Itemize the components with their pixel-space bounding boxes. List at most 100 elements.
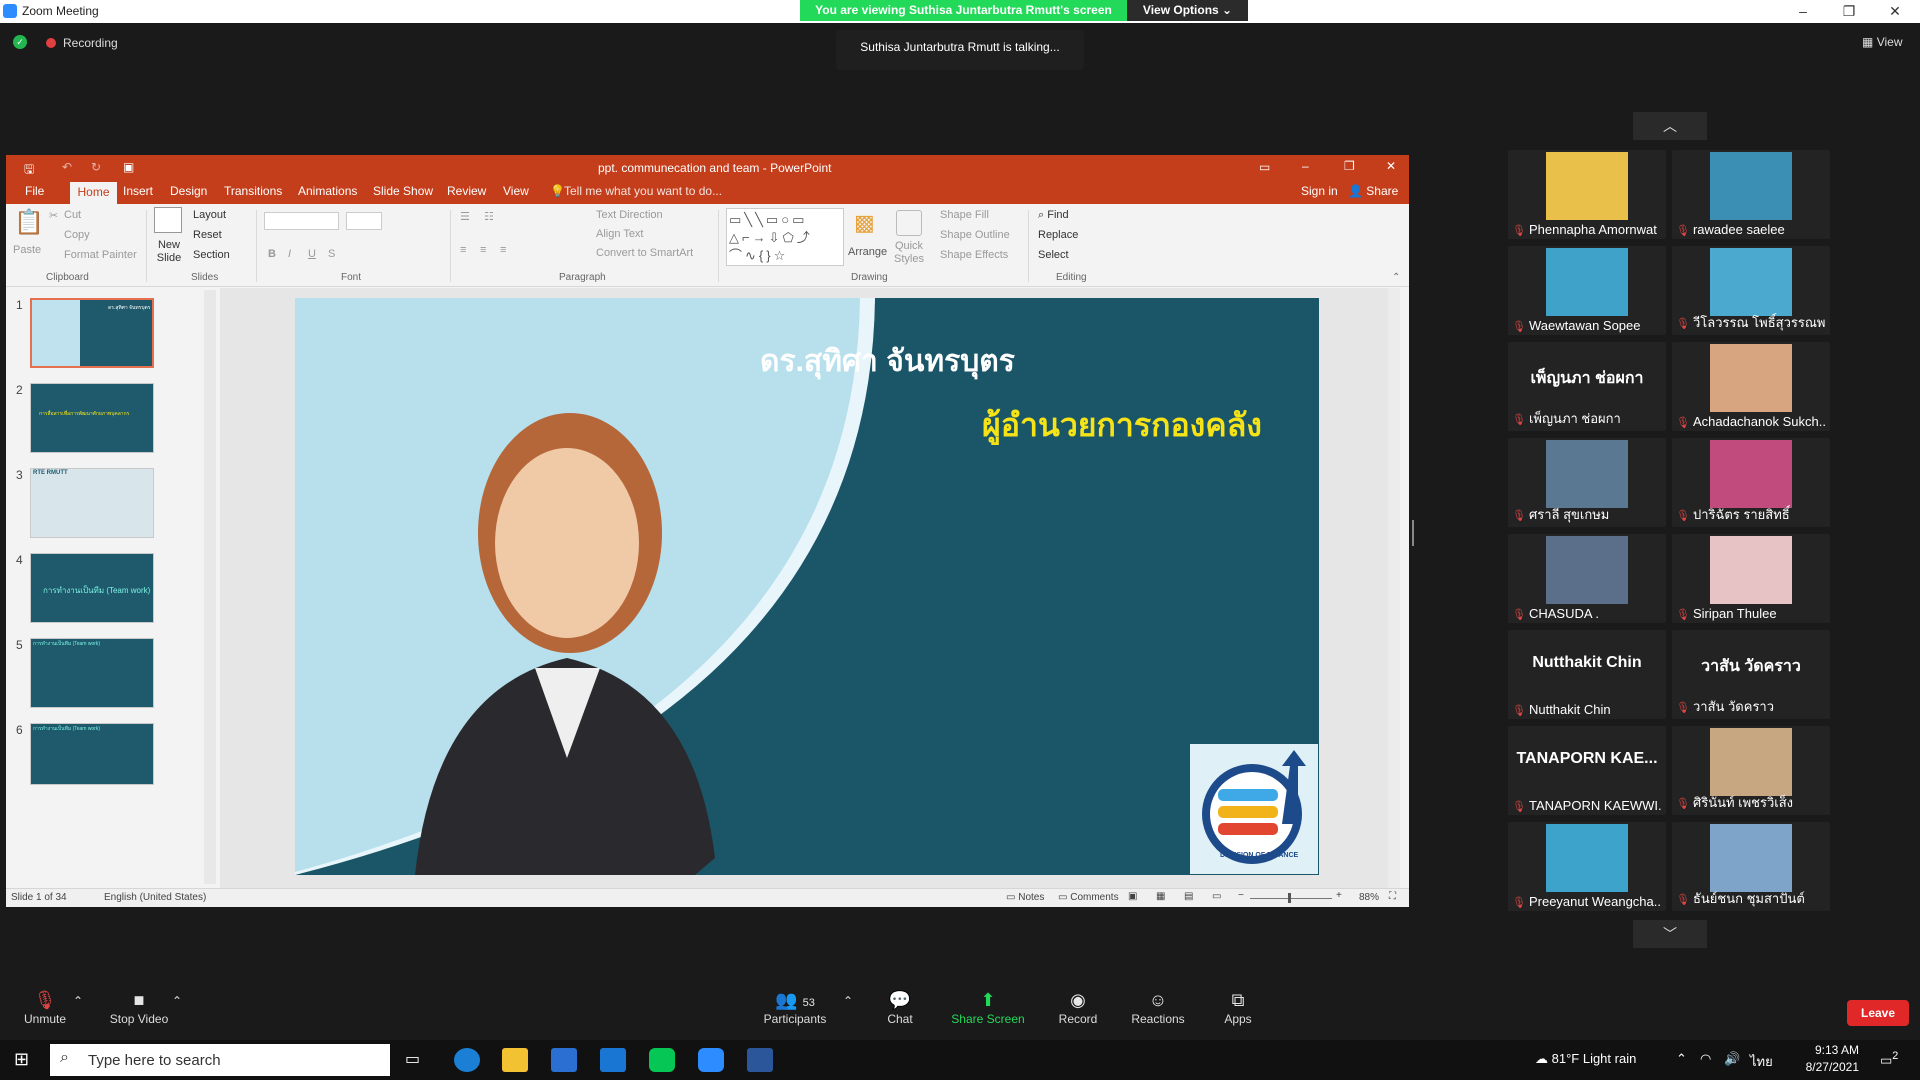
volume-icon[interactable]: 🔊 xyxy=(1724,1051,1740,1067)
align-center-icon[interactable]: ≡ xyxy=(480,244,486,256)
video-options-icon[interactable]: ⌃ xyxy=(172,994,182,1008)
tray-overflow-icon[interactable]: ⌃ xyxy=(1676,1051,1687,1067)
language-indicator[interactable]: English (United States) xyxy=(104,892,206,903)
sign-in-link[interactable]: Sign in xyxy=(1301,184,1338,198)
share-screen-button[interactable]: ⬆ Share Screen xyxy=(950,990,1026,1026)
tab-transitions[interactable]: Transitions xyxy=(224,184,282,198)
quick-styles-button[interactable]: Quick Styles xyxy=(890,240,928,266)
minimize-icon[interactable]: – xyxy=(1780,0,1826,23)
reset-button[interactable]: Reset xyxy=(193,229,222,241)
find-button[interactable]: ⌕ Find xyxy=(1038,209,1069,222)
mail-icon[interactable] xyxy=(600,1048,626,1072)
tab-review[interactable]: Review xyxy=(447,184,486,198)
participants-button[interactable]: 👥 53 Participants xyxy=(760,990,830,1026)
word-icon[interactable] xyxy=(747,1048,773,1072)
comments-button[interactable]: ▭ Comments xyxy=(1058,892,1119,903)
text-direction-button[interactable]: Text Direction xyxy=(596,209,663,221)
apps-button[interactable]: ⧉ Apps xyxy=(1218,990,1258,1026)
font-size-input[interactable] xyxy=(346,212,382,230)
shadow-icon[interactable]: S xyxy=(328,248,335,260)
participant-tile[interactable]: 🎙 Preeyanut Weangcha... xyxy=(1508,822,1666,911)
audio-options-icon[interactable]: ⌃ xyxy=(73,994,83,1008)
new-slide-button[interactable]: New Slide xyxy=(152,239,186,265)
redo-icon[interactable]: ↻ xyxy=(91,160,101,174)
participant-tile[interactable]: 🎙 Phennapha Amornwat xyxy=(1508,150,1666,239)
zoom-in-icon[interactable]: + xyxy=(1336,890,1342,901)
align-left-icon[interactable]: ≡ xyxy=(460,244,466,256)
reactions-button[interactable]: ☺ Reactions xyxy=(1130,990,1186,1026)
thumbnail-slide-3[interactable]: RTE RMUTT xyxy=(30,468,154,538)
undo-icon[interactable]: ↶ xyxy=(62,160,72,174)
gallery-scroll-down[interactable]: ﹀ xyxy=(1633,920,1707,948)
taskbar-search[interactable]: ⌕ Type here to search xyxy=(50,1044,390,1076)
notification-icon[interactable]: ▭2 xyxy=(1880,1050,1898,1068)
weather-widget[interactable]: ☁ 81°F Light rain xyxy=(1535,1051,1636,1067)
tab-design[interactable]: Design xyxy=(170,184,207,198)
participant-tile[interactable]: 🎙 ธันย์ชนก ชุมสาปันต์ xyxy=(1672,822,1830,911)
arrange-button[interactable]: Arrange xyxy=(848,246,887,258)
tab-slide-show[interactable]: Slide Show xyxy=(373,184,433,198)
zoom-slider[interactable] xyxy=(1250,898,1332,899)
zoom-out-icon[interactable]: − xyxy=(1238,890,1244,901)
collapse-ribbon-icon[interactable]: ⌃ xyxy=(1392,272,1400,283)
notes-button[interactable]: ▭ Notes xyxy=(1006,892,1044,903)
thumbnail-slide-6[interactable]: การทำงานเป็นทีม (Team work) xyxy=(30,723,154,785)
zoom-taskbar-icon[interactable] xyxy=(698,1048,724,1072)
thumbnail-slide-5[interactable]: การทำงานเป็นทีม (Team work) xyxy=(30,638,154,708)
bold-icon[interactable]: B xyxy=(268,248,276,260)
stop-video-button[interactable]: ■ Stop Video xyxy=(104,990,174,1026)
participant-tile[interactable]: 🎙 ศราลี สุขเกษม xyxy=(1508,438,1666,527)
tab-view[interactable]: View xyxy=(503,184,529,198)
tab-insert[interactable]: Insert xyxy=(123,184,153,198)
view-button[interactable]: ▦ View xyxy=(1862,35,1902,49)
participant-tile[interactable]: Nutthakit Chin 🎙 Nutthakit Chin xyxy=(1508,630,1666,719)
leave-button[interactable]: Leave xyxy=(1847,1000,1909,1026)
normal-view-icon[interactable]: ▣ xyxy=(1128,891,1137,902)
save-icon[interactable]: 🖫 xyxy=(24,160,34,181)
slide-scrollbar[interactable] xyxy=(1388,288,1400,888)
participant-tile[interactable]: 🎙 ศิรินันท์ เพชรวิเส็ง xyxy=(1672,726,1830,815)
split-handle[interactable] xyxy=(1412,520,1414,546)
participant-tile[interactable]: TANAPORN KAE... 🎙 TANAPORN KAEWWI... xyxy=(1508,726,1666,815)
layout-button[interactable]: Layout xyxy=(193,209,226,221)
cut-icon[interactable]: ✂ xyxy=(49,209,58,222)
participant-tile[interactable]: 🎙 Achadachanok Sukch... xyxy=(1672,342,1830,431)
ppt-minimize-icon[interactable]: – xyxy=(1302,159,1309,173)
thumbnail-slide-4[interactable]: การทำงานเป็นทีม (Team work) xyxy=(30,553,154,623)
file-explorer-icon[interactable] xyxy=(502,1048,528,1072)
restore-icon[interactable]: ❐ xyxy=(1826,0,1872,23)
ppt-close-icon[interactable]: ✕ xyxy=(1386,159,1396,173)
thumbnail-slide-1[interactable]: ดร.สุทิศา จันทรบุตร xyxy=(30,298,154,368)
participant-tile[interactable]: เพ็ญนภา ช่อผกา 🎙 เพ็ญนภา ช่อผกา xyxy=(1508,342,1666,431)
share-button[interactable]: 👤 Share xyxy=(1348,184,1398,198)
format-painter-button[interactable]: Format Painter xyxy=(64,249,137,261)
participant-tile[interactable]: 🎙 rawadee saelee xyxy=(1672,150,1830,239)
align-right-icon[interactable]: ≡ xyxy=(500,244,506,256)
ppt-restore-icon[interactable]: ❐ xyxy=(1344,159,1355,173)
network-icon[interactable]: ◠ xyxy=(1700,1051,1711,1067)
shape-fill-button[interactable]: Shape Fill xyxy=(940,209,989,221)
quick-styles-icon[interactable] xyxy=(896,210,922,236)
participant-tile[interactable]: 🎙 วีโลวรรณ โพธิ์สุวรรณพร xyxy=(1672,246,1830,335)
slide-sorter-icon[interactable]: ▦ xyxy=(1156,891,1165,902)
tab-animations[interactable]: Animations xyxy=(298,184,357,198)
shape-effects-button[interactable]: Shape Effects xyxy=(940,249,1008,261)
replace-button[interactable]: Replace xyxy=(1038,229,1078,241)
numbering-icon[interactable]: ☷ xyxy=(484,210,494,223)
paste-icon[interactable]: 📋 xyxy=(14,208,44,237)
paste-button[interactable]: Paste xyxy=(13,244,41,256)
store-icon[interactable] xyxy=(551,1048,577,1072)
copy-button[interactable]: Copy xyxy=(64,229,90,241)
gallery-scroll-up[interactable]: ︿ xyxy=(1633,112,1707,140)
thumbnail-slide-2[interactable]: การสื่อสารเพื่อการพัฒนาศักยภาพบุคลากร xyxy=(30,383,154,453)
shapes-gallery[interactable]: ▭╲╲▭○▭ △⌐→⇩⬠⤴ ⌒∿{}☆ xyxy=(726,208,844,266)
line-icon[interactable] xyxy=(649,1048,675,1072)
ribbon-display-icon[interactable]: ▭ xyxy=(1259,160,1270,174)
recording-label[interactable]: Recording xyxy=(63,36,118,50)
fit-to-window-icon[interactable]: ⛶ xyxy=(1389,891,1396,902)
tell-me-input[interactable]: Tell me what you want to do... xyxy=(564,184,722,198)
input-language[interactable]: ไทย xyxy=(1750,1051,1773,1072)
thumbnail-scrollbar[interactable] xyxy=(204,290,216,884)
align-text-button[interactable]: Align Text xyxy=(596,228,644,240)
clock-date[interactable]: 8/27/2021 xyxy=(1802,1060,1859,1074)
